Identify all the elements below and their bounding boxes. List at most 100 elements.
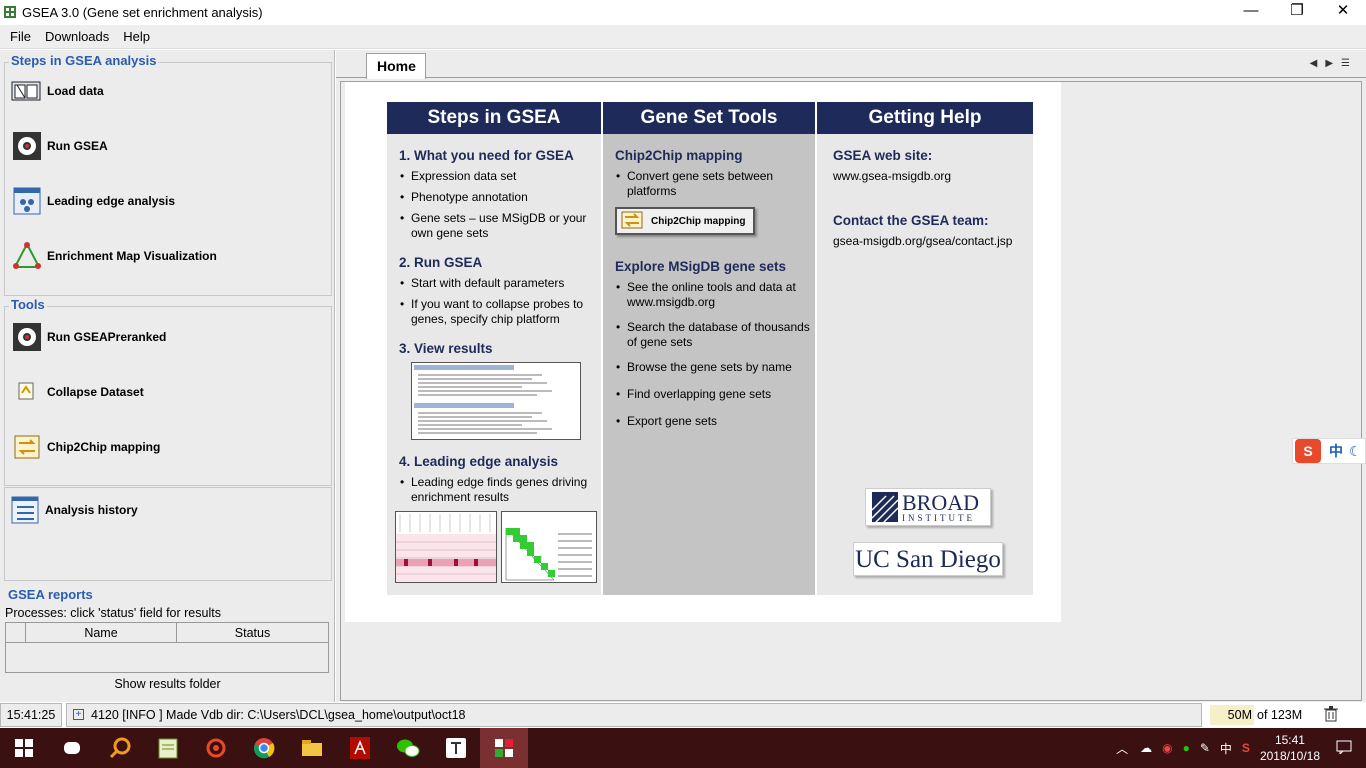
chat-bubble-icon[interactable] xyxy=(48,728,96,768)
notepad-icon[interactable] xyxy=(144,728,192,768)
collapse-icon xyxy=(11,376,43,408)
window-title: GSEA 3.0 (Gene set enrichment analysis) xyxy=(22,4,263,20)
sogou-icon: S xyxy=(1295,439,1321,463)
help-column: Getting Help GSEA web site: www.gsea-msi… xyxy=(817,102,1033,595)
contact-link[interactable]: gsea-msigdb.org/gsea/contact.jsp xyxy=(833,234,1033,248)
memory-used: 50M xyxy=(1210,705,1254,725)
collapse-dataset-item[interactable]: Collapse Dataset xyxy=(11,376,144,408)
broad-logo: BROAD INSTITUTE xyxy=(865,488,991,526)
explore-item: Browse the gene sets by name xyxy=(616,360,815,375)
broad-logo-mark-icon xyxy=(872,492,898,522)
menu-bar: File Downloads Help xyxy=(0,25,1366,49)
left-panel: Steps in GSEA analysis Load data Run GSE… xyxy=(0,50,335,702)
restore-button[interactable]: ❐ xyxy=(1274,0,1320,24)
gear-icon xyxy=(11,130,43,162)
windows-taskbar: ︿ ☁ ◉ ● ✎ 中 S 15:41 2018/10/18 xyxy=(0,728,1366,768)
file-explorer-icon[interactable] xyxy=(288,728,336,768)
menu-help[interactable]: Help xyxy=(123,29,150,44)
tab-home[interactable]: Home xyxy=(366,53,426,79)
clock[interactable]: 15:41 2018/10/18 xyxy=(1260,732,1320,764)
step2-item: If you want to collapse probes to genes,… xyxy=(400,297,601,327)
trash-icon[interactable] xyxy=(1324,706,1338,722)
gsea-reports-title: GSEA reports xyxy=(8,587,93,602)
windows-start-icon[interactable] xyxy=(0,728,48,768)
enrichment-map-item[interactable]: Enrichment Map Visualization xyxy=(11,240,217,272)
name-column-header[interactable]: Name xyxy=(26,623,177,642)
explore-item: See the online tools and data at www.msi… xyxy=(616,280,815,310)
history-list-icon xyxy=(9,494,41,526)
home-panel: Steps in GSEA 1. What you need for GSEA … xyxy=(340,81,1362,701)
web-site-link[interactable]: www.gsea-msigdb.org xyxy=(833,169,1033,183)
acrobat-icon[interactable] xyxy=(336,728,384,768)
step1-item: Phenotype annotation xyxy=(400,190,601,205)
leading-edge-item[interactable]: Leading edge analysis xyxy=(11,185,175,217)
chrome-icon[interactable] xyxy=(240,728,288,768)
menu-downloads[interactable]: Downloads xyxy=(45,29,109,44)
search-icon[interactable] xyxy=(96,728,144,768)
input-language[interactable]: 中 xyxy=(1220,740,1232,757)
tools-title: Tools xyxy=(9,297,47,312)
load-data-item[interactable]: Load data xyxy=(11,75,104,107)
moon-icon[interactable]: ☾ xyxy=(1349,443,1362,460)
heatmap-thumbnail xyxy=(395,511,497,583)
explore-item: Search the database of thousands of gene… xyxy=(616,320,815,350)
main-area: Home ◀▶☰ Steps in GSEA 1. What you need … xyxy=(336,50,1366,702)
explore-item: Export gene sets xyxy=(616,414,815,429)
chip-icon xyxy=(11,431,43,463)
tab-scroll-controls[interactable]: ◀▶☰ xyxy=(1310,58,1358,69)
weibo-icon[interactable]: ◉ xyxy=(1162,741,1172,755)
status-column-header[interactable]: Status xyxy=(177,623,328,642)
results-thumbnail xyxy=(411,362,581,440)
expand-icon[interactable]: + xyxy=(73,709,84,720)
tab-bar: Home ◀▶☰ xyxy=(336,50,1366,79)
folder-icon xyxy=(11,75,43,107)
wechat-icon[interactable] xyxy=(384,728,432,768)
steps-header: Steps in GSEA xyxy=(387,102,601,134)
notification-icon[interactable] xyxy=(1336,740,1352,757)
gsea-taskbar-icon[interactable] xyxy=(480,728,528,768)
tools-header: Gene Set Tools xyxy=(603,102,815,134)
row-number-header xyxy=(6,623,26,642)
contact-title: Contact the GSEA team: xyxy=(833,213,989,228)
pen-icon[interactable]: ✎ xyxy=(1200,741,1210,755)
chevron-up-icon[interactable]: ︿ xyxy=(1116,740,1128,757)
run-gsea-preranked-item[interactable]: Run GSEAPreranked xyxy=(11,321,166,353)
chip2chip-button[interactable]: Chip2Chip mapping xyxy=(615,207,755,235)
chip2chip-desc: Convert gene sets between platforms xyxy=(616,169,815,199)
chip-icon xyxy=(621,211,643,232)
typora-icon[interactable] xyxy=(432,728,480,768)
step2-item: Start with default parameters xyxy=(400,276,601,291)
home-content: Steps in GSEA 1. What you need for GSEA … xyxy=(345,82,1061,622)
steps-column: Steps in GSEA 1. What you need for GSEA … xyxy=(387,102,603,595)
show-results-folder-button[interactable]: Show results folder xyxy=(0,677,335,691)
ime-toolbar[interactable]: S 中 ☾ xyxy=(1292,438,1366,464)
menu-file[interactable]: File xyxy=(10,29,31,44)
chip2chip-item[interactable]: Chip2Chip mapping xyxy=(11,431,160,463)
step4-title: 4. Leading edge analysis xyxy=(399,454,559,469)
snail-icon[interactable] xyxy=(192,728,240,768)
minimize-button[interactable]: — xyxy=(1228,0,1274,24)
memory-total: of 123M xyxy=(1257,708,1303,722)
analysis-history-item[interactable]: Analysis history xyxy=(9,494,138,526)
help-header: Getting Help xyxy=(817,102,1033,134)
reports-table[interactable]: Name Status xyxy=(5,622,329,673)
step2-title: 2. Run GSEA xyxy=(399,255,483,270)
cloud-icon[interactable]: ☁ xyxy=(1140,741,1152,755)
status-time: 15:41:25 xyxy=(0,703,62,727)
steps-group: Steps in GSEA analysis Load data Run GSE… xyxy=(4,53,332,296)
ime-language[interactable]: 中 xyxy=(1329,441,1343,461)
steps-title: Steps in GSEA analysis xyxy=(9,53,159,68)
web-site-title: GSEA web site: xyxy=(833,148,933,163)
ucsd-logo: UC San Diego xyxy=(853,542,1003,576)
status-message: + 4120 [INFO ] Made Vdb dir: C:\Users\DC… xyxy=(66,703,1202,727)
run-gsea-item[interactable]: Run GSEA xyxy=(11,130,108,162)
tools-group: Tools Run GSEAPreranked Collapse Dataset… xyxy=(4,297,332,486)
close-button[interactable]: ✕ xyxy=(1320,0,1366,24)
leading-edge-icon xyxy=(11,185,43,217)
system-tray: ︿ ☁ ◉ ● ✎ 中 S 15:41 2018/10/18 xyxy=(1116,728,1366,768)
wechat-tray-icon[interactable]: ● xyxy=(1183,741,1190,755)
triangle-network-icon xyxy=(11,240,43,272)
explore-item: Find overlapping gene sets xyxy=(616,387,815,402)
sogou-tray-icon[interactable]: S xyxy=(1242,741,1250,755)
step1-title: 1. What you need for GSEA xyxy=(399,148,574,163)
